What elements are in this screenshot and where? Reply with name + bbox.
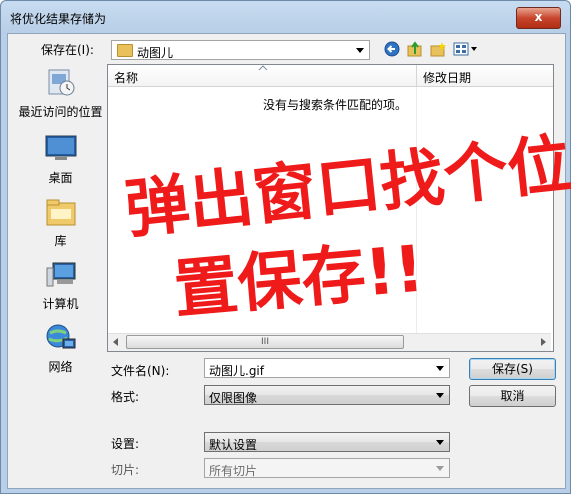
format-value: 仅限图像: [209, 391, 258, 405]
cancel-button[interactable]: 取消: [469, 385, 556, 407]
place-libraries[interactable]: 库: [14, 197, 107, 249]
title-bar: 将优化结果存储为 x: [1, 1, 570, 33]
format-dropdown[interactable]: 仅限图像: [204, 385, 450, 405]
chevron-down-icon: [436, 393, 444, 398]
window-title: 将优化结果存储为: [10, 12, 107, 26]
place-recent[interactable]: 最近访问的位置: [14, 68, 107, 120]
column-header-date[interactable]: 修改日期: [416, 65, 553, 87]
close-icon: x: [534, 10, 543, 24]
save-in-dropdown[interactable]: 动图儿: [111, 40, 370, 60]
filename-value: 动图儿.gif: [209, 364, 264, 378]
chevron-down-icon[interactable]: [436, 366, 444, 371]
empty-message: 没有与搜索条件匹配的项。: [263, 98, 408, 112]
settings-label: 设置:: [111, 437, 140, 451]
place-label: 计算机: [42, 297, 79, 311]
sort-up-icon: [258, 65, 268, 71]
format-label: 格式:: [111, 390, 140, 404]
save-button[interactable]: 保存(S): [469, 358, 556, 380]
dialog-client: 保存在(I): 动图儿 最近访问的位置 桌面 库 计算机 网络 名称 修改日期 …: [7, 33, 566, 489]
folder-icon: [117, 44, 133, 57]
slices-value: 所有切片: [209, 464, 258, 478]
column-divider: [416, 87, 417, 333]
up-folder-icon[interactable]: [406, 41, 424, 57]
filename-label: 文件名(N):: [111, 364, 170, 378]
close-button[interactable]: x: [516, 7, 561, 29]
column-label: 名称: [114, 71, 139, 85]
settings-dropdown[interactable]: 默认设置: [204, 432, 450, 452]
save-in-value: 动图儿: [137, 46, 174, 60]
column-label: 修改日期: [423, 71, 472, 85]
scroll-left-icon[interactable]: [113, 338, 118, 346]
computer-icon: [45, 260, 77, 290]
file-list[interactable]: 名称 修改日期 没有与搜索条件匹配的项。 III: [107, 64, 554, 352]
save-dialog: 将优化结果存储为 x 保存在(I): 动图儿 最近访问的位置 桌面 库 计算机 …: [0, 0, 571, 494]
place-desktop[interactable]: 桌面: [14, 134, 107, 186]
place-network[interactable]: 网络: [14, 323, 107, 375]
chevron-down-icon: [436, 466, 444, 471]
filename-field[interactable]: 动图儿.gif: [204, 358, 450, 378]
place-label: 最近访问的位置: [18, 105, 103, 119]
places-bar: 最近访问的位置 桌面 库 计算机 网络: [14, 64, 107, 384]
place-computer[interactable]: 计算机: [14, 260, 107, 312]
chevron-down-icon: [436, 440, 444, 445]
slices-dropdown: 所有切片: [204, 458, 450, 478]
desktop-icon: [45, 134, 77, 164]
column-header-name[interactable]: 名称: [108, 65, 416, 87]
back-icon[interactable]: [383, 41, 401, 57]
place-label: 库: [54, 234, 67, 248]
slices-label: 切片:: [111, 463, 140, 477]
scroll-right-icon[interactable]: [541, 338, 546, 346]
view-menu-icon[interactable]: [453, 41, 479, 57]
place-label: 桌面: [48, 171, 73, 185]
settings-value: 默认设置: [209, 438, 258, 452]
place-label: 网络: [48, 360, 73, 374]
recent-places-icon: [45, 68, 77, 98]
libraries-icon: [45, 197, 77, 227]
scroll-thumb[interactable]: III: [126, 335, 404, 349]
chevron-down-icon: [356, 48, 364, 53]
new-folder-icon[interactable]: [429, 41, 447, 57]
horizontal-scrollbar[interactable]: III: [108, 333, 551, 351]
save-in-label: 保存在(I):: [41, 43, 94, 57]
network-icon: [45, 323, 77, 353]
